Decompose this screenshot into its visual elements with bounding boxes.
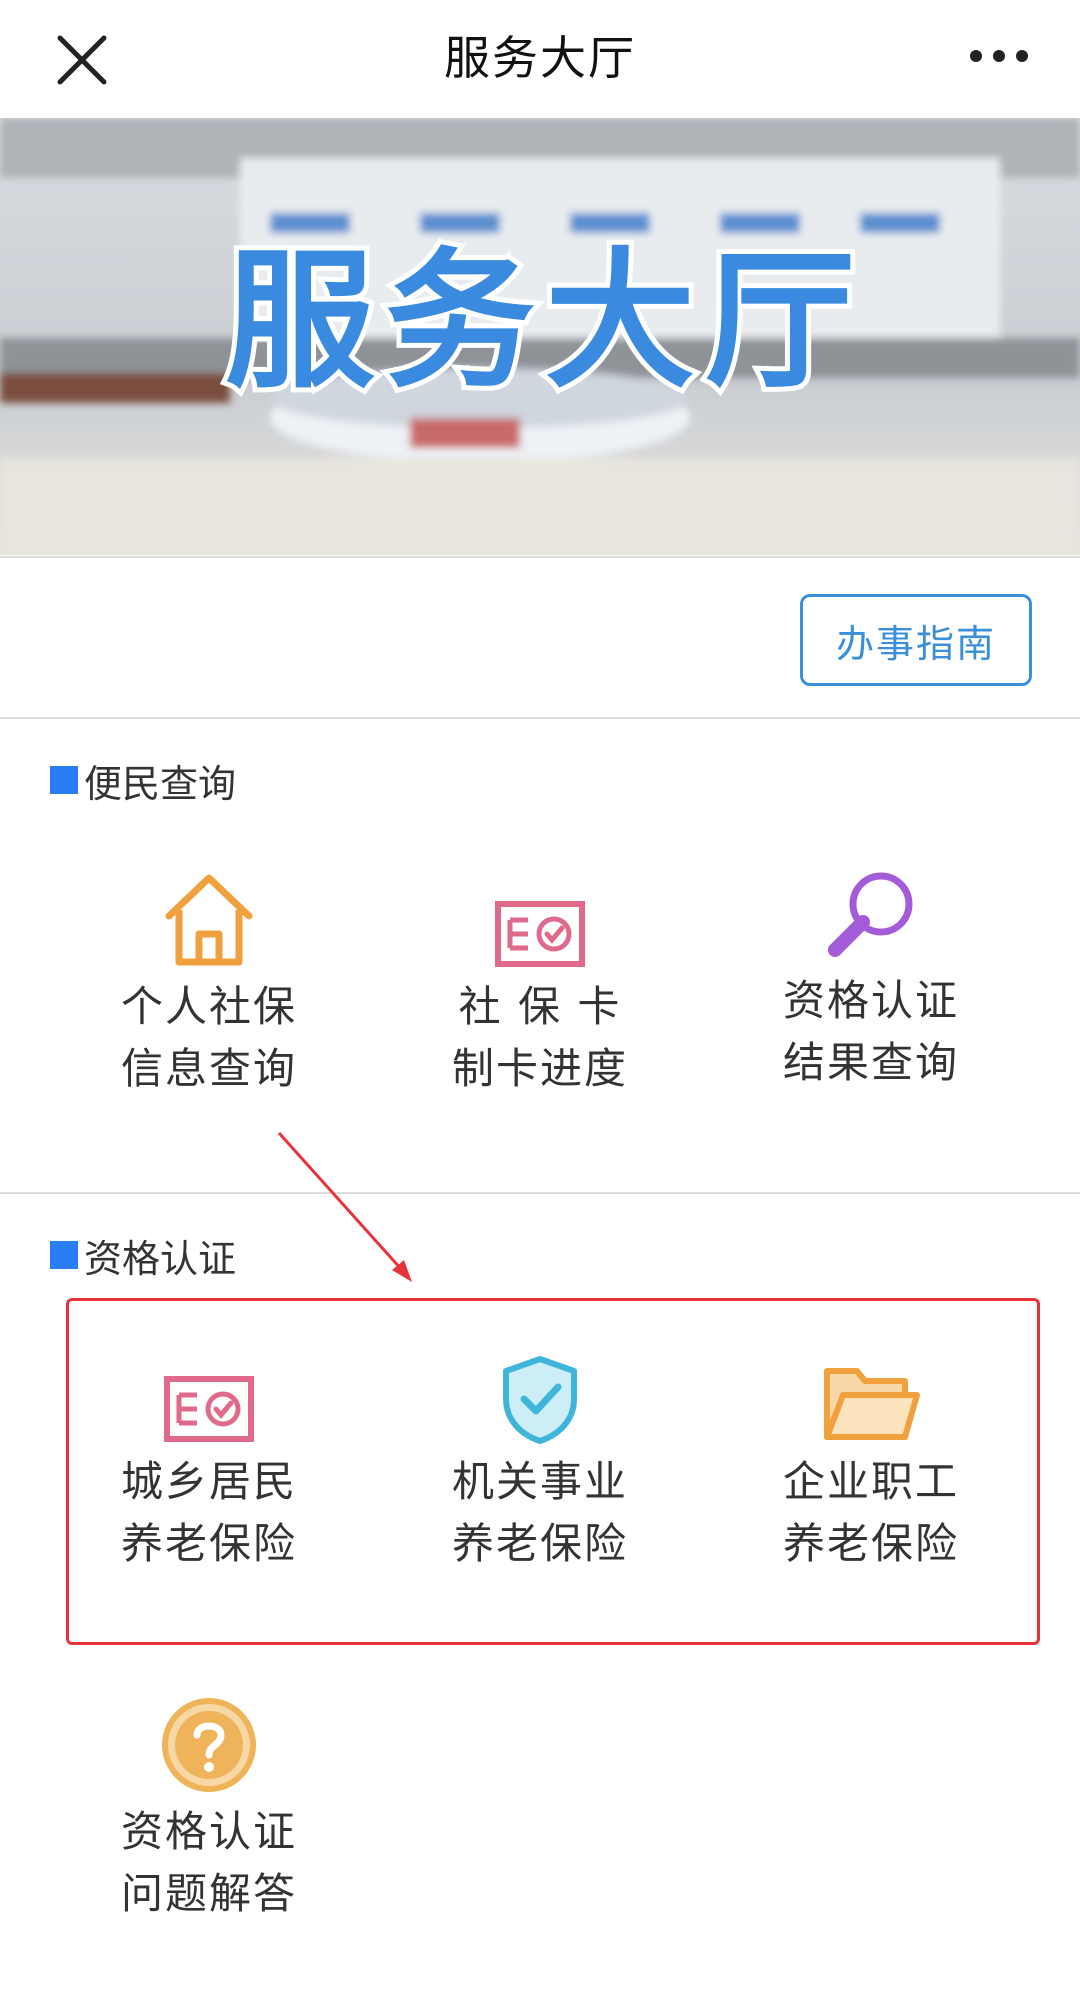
question-circle-icon [162, 1698, 256, 1792]
tile-label-line2: 结果查询 [782, 1038, 959, 1087]
magnifier-icon [828, 872, 913, 957]
tile-certification-result-query[interactable]: 资格认证 结果查询 [721, 860, 1021, 1094]
section-title-convenience-query: 便民查询 [50, 755, 236, 806]
guide-button[interactable]: 办事指南 [800, 594, 1032, 686]
tile-label-line2: 制卡进度 [451, 1044, 628, 1093]
tile-enterprise-employee-pension[interactable]: 企业职工 养老保险 [721, 1335, 1021, 1575]
shield-check-icon [503, 1356, 577, 1444]
tile-label-line1: 资格认证 [782, 976, 959, 1025]
tile-label-line2: 养老保险 [451, 1519, 628, 1568]
divider [0, 556, 1080, 558]
tile-government-institution-pension[interactable]: 机关事业 养老保险 [390, 1335, 690, 1575]
tile-certification-faq[interactable]: 资格认证 问题解答 [59, 1685, 359, 1925]
more-dots-icon[interactable] [964, 36, 1034, 76]
tile-label-line1: 资格认证 [120, 1807, 297, 1856]
tile-label-line2: 养老保险 [120, 1519, 297, 1568]
tile-personal-social-security-query[interactable]: 个人社保 信息查询 [59, 860, 359, 1100]
page-title: 服务大厅 [444, 31, 636, 85]
section-marker [50, 766, 78, 794]
divider [0, 717, 1080, 719]
banner-title: 服务大厅 [225, 235, 865, 409]
section-marker [50, 1241, 78, 1269]
house-icon [165, 874, 253, 966]
tile-label-line1: 企业职工 [782, 1457, 959, 1506]
section-title-qualification-certification: 资格认证 [50, 1230, 236, 1281]
tile-label-line1: 城乡居民 [120, 1457, 297, 1506]
folder-icon [824, 1368, 920, 1440]
tile-urban-rural-pension[interactable]: 城乡居民 养老保险 [59, 1335, 359, 1575]
divider [0, 1192, 1080, 1194]
tile-label-line1: 机关事业 [451, 1457, 628, 1506]
tile-label-line2: 养老保险 [782, 1519, 959, 1568]
tile-label-line2: 问题解答 [120, 1869, 297, 1918]
certificate-icon [164, 1376, 254, 1442]
tile-label-line1: 个人社保 [120, 982, 297, 1031]
top-bar: 服务大厅 [0, 0, 1080, 116]
banner-image: 服务大厅 [0, 118, 1080, 555]
tile-social-card-progress[interactable]: 社 保 卡 制卡进度 [390, 860, 690, 1100]
tile-label-line2: 信息查询 [120, 1044, 297, 1093]
certificate-icon [495, 901, 585, 967]
tile-label-line1: 社 保 卡 [458, 982, 622, 1031]
